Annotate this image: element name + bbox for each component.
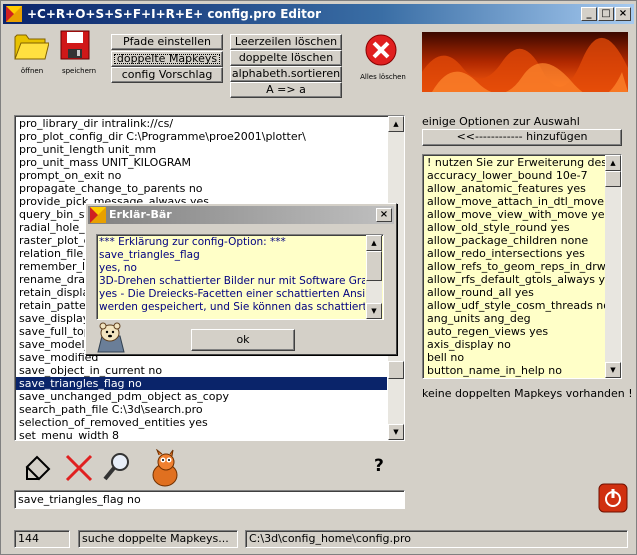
- explanation-line: yes - Die Dreiecks-Facetten einer schatt…: [99, 288, 365, 300]
- list-item[interactable]: save_object_in_current no: [16, 364, 387, 377]
- options-list-scrollbar[interactable]: ▲ ▼: [605, 155, 621, 378]
- option-edit-field[interactable]: save_triangles_flag no: [14, 490, 405, 509]
- delete-all-label: Alles löschen: [360, 73, 406, 81]
- options-scroll-thumb[interactable]: [605, 171, 621, 187]
- list-item[interactable]: pro_library_dir intralink://cs/: [16, 117, 387, 130]
- option-item[interactable]: ang_units ang_deg: [424, 312, 605, 325]
- option-item[interactable]: allow_redo_intersections yes: [424, 247, 605, 260]
- dialog-ok-button[interactable]: ok: [191, 329, 295, 351]
- line-count: 144: [14, 530, 70, 548]
- options-list[interactable]: ! nutzen Sie zur Erweiterung des Prograc…: [422, 154, 622, 379]
- option-item[interactable]: bell no: [424, 351, 605, 364]
- list-item[interactable]: save_unchanged_pdm_object as_copy: [16, 390, 387, 403]
- paths-button[interactable]: Pfade einstellen: [111, 34, 223, 50]
- help-icon[interactable]: ?: [374, 456, 384, 476]
- add-option-button[interactable]: <<------------ hinzufügen: [422, 129, 622, 146]
- window-title: +C+R+O+S+S+F+I+R+E+ config.pro Editor: [27, 7, 322, 21]
- explanation-line: save_triangles_flag: [99, 249, 200, 261]
- maximize-button[interactable]: □: [598, 7, 614, 21]
- option-item[interactable]: allow_old_style_round yes: [424, 221, 605, 234]
- option-item[interactable]: allow_round_all yes: [424, 286, 605, 299]
- duplicate-mapkeys-button[interactable]: doppelte Mapkeys: [111, 51, 223, 67]
- remove-empty-lines-button[interactable]: Leerzeilen löschen: [230, 34, 342, 50]
- list-item[interactable]: selection_of_removed_entities yes: [16, 416, 387, 429]
- option-item[interactable]: accuracy_lower_bound 10e-7: [424, 169, 605, 182]
- option-item[interactable]: ! nutzen Sie zur Erweiterung des Progr: [424, 156, 605, 169]
- explain-dialog: Erklär-Bär × *** Erklärung zur config-Op…: [85, 203, 397, 355]
- sort-alphabetical-button[interactable]: alphabeth.sortieren: [230, 66, 342, 82]
- scroll-down-arrow[interactable]: ▼: [388, 424, 404, 440]
- scroll-thumb[interactable]: [388, 361, 404, 379]
- delete-icon[interactable]: [64, 453, 94, 483]
- option-item[interactable]: allow_udf_style_cosm_threads no: [424, 299, 605, 312]
- option-item[interactable]: allow_move_attach_in_dtl_move yes: [424, 195, 605, 208]
- dragon-icon[interactable]: [145, 449, 185, 489]
- option-item[interactable]: allow_refs_to_geom_reps_in_drws no: [424, 260, 605, 273]
- options-scroll-up-arrow[interactable]: ▲: [605, 155, 621, 171]
- option-item[interactable]: axis_display no: [424, 338, 605, 351]
- explanation-line: 3D-Drehen schattierter Bilder nur mit So…: [99, 275, 365, 287]
- scroll-up-arrow[interactable]: ▲: [388, 116, 404, 132]
- title-bar[interactable]: +C+R+O+S+S+F+I+R+E+ config.pro Editor _ …: [3, 4, 634, 24]
- option-item[interactable]: allow_rfs_default_gtols_always yes: [424, 273, 605, 286]
- app-icon: [6, 6, 22, 22]
- mapkey-status-text: keine doppelten Mapkeys vorhanden !: [422, 387, 633, 400]
- main-window: +C+R+O+S+S+F+I+R+E+ config.pro Editor _ …: [0, 0, 637, 555]
- option-item[interactable]: auto_regen_views yes: [424, 325, 605, 338]
- list-item[interactable]: save_triangles_flag no: [16, 377, 387, 390]
- option-item[interactable]: allow_move_view_with_move yes: [424, 208, 605, 221]
- fire-banner: [422, 32, 628, 92]
- folder-icon[interactable]: [13, 29, 49, 61]
- explanation-text-box[interactable]: *** Erklärung zur config-Option: *** save…: [96, 234, 384, 320]
- list-item[interactable]: pro_unit_length unit_mm: [16, 143, 387, 156]
- explanation-scroll-thumb[interactable]: [366, 251, 382, 281]
- copy-icon[interactable]: [23, 453, 53, 483]
- open-label: öffnen: [20, 67, 44, 75]
- options-caption: einige Optionen zur Auswahl: [422, 115, 580, 128]
- minimize-button[interactable]: _: [581, 7, 597, 21]
- config-suggestion-button[interactable]: config Vorschlag: [111, 67, 223, 83]
- explanation-scroll-down-arrow[interactable]: ▼: [366, 303, 382, 319]
- delete-all-icon[interactable]: [364, 33, 398, 67]
- list-item[interactable]: pro_plot_config_dir C:\Programme\proe200…: [16, 130, 387, 143]
- dialog-app-icon: [90, 207, 106, 223]
- explanation-line: werden gespeichert, und Sie können das s…: [99, 301, 365, 313]
- dialog-title-bar[interactable]: Erklär-Bär ×: [88, 206, 394, 224]
- list-item[interactable]: set_menu_width 8: [16, 429, 387, 440]
- explanation-line: yes, no: [99, 262, 137, 274]
- close-button[interactable]: ×: [615, 7, 631, 21]
- option-item[interactable]: allow_package_children none: [424, 234, 605, 247]
- dialog-title: Erklär-Bär: [109, 208, 172, 221]
- save-icon[interactable]: [59, 29, 91, 61]
- option-item[interactable]: allow_anatomic_features yes: [424, 182, 605, 195]
- search-icon[interactable]: [102, 451, 132, 483]
- list-item[interactable]: propagate_change_to_parents no: [16, 182, 387, 195]
- explanation-line: *** Erklärung zur config-Option: ***: [99, 236, 286, 248]
- save-label: speichern: [61, 67, 97, 75]
- options-scroll-down-arrow[interactable]: ▼: [605, 362, 621, 378]
- status-message: suche doppelte Mapkeys...: [78, 530, 238, 548]
- lowercase-button[interactable]: A => a: [230, 82, 342, 98]
- explanation-scrollbar[interactable]: ▲ ▼: [366, 235, 382, 319]
- remove-duplicates-button[interactable]: doppelte löschen: [230, 50, 342, 66]
- dialog-close-button[interactable]: ×: [376, 208, 392, 222]
- file-path: C:\3d\config_home\config.pro: [245, 530, 628, 548]
- option-item[interactable]: button_name_in_help no: [424, 364, 605, 377]
- list-item[interactable]: pro_unit_mass UNIT_KILOGRAM: [16, 156, 387, 169]
- list-item[interactable]: search_path_file C:\3d\search.pro: [16, 403, 387, 416]
- explanation-scroll-up-arrow[interactable]: ▲: [366, 235, 382, 251]
- bear-icon: [97, 322, 125, 353]
- list-item[interactable]: prompt_on_exit no: [16, 169, 387, 182]
- power-icon[interactable]: [598, 483, 628, 513]
